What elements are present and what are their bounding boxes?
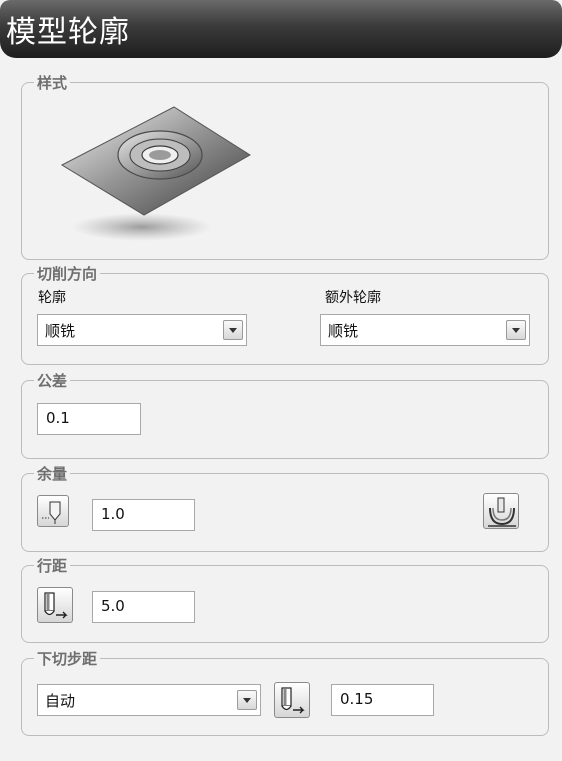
style-group: 样式 xyxy=(21,72,549,260)
stock-tool-icon xyxy=(42,501,61,524)
window-titlebar: 模型轮廓 xyxy=(0,0,562,58)
extra-profile-direction-select[interactable]: 顺铣 xyxy=(320,314,530,346)
stepdown-tool-button[interactable] xyxy=(274,682,310,718)
stock-legend: 余量 xyxy=(34,463,71,484)
tool-stepover-icon xyxy=(44,592,68,619)
extra-profile-label: 额外轮廓 xyxy=(325,290,381,306)
stepdown-legend: 下切步距 xyxy=(34,648,101,669)
stepover-legend: 行距 xyxy=(34,555,71,576)
profile-label: 轮廓 xyxy=(38,290,66,306)
stock-value: 1.0 xyxy=(101,505,125,523)
profile-direction-select[interactable]: 顺铣 xyxy=(37,314,247,346)
stepdown-input[interactable]: 0.15 xyxy=(331,684,434,716)
tolerance-legend: 公差 xyxy=(34,370,71,391)
stepover-tool-button[interactable] xyxy=(37,587,73,623)
profile-direction-value: 顺铣 xyxy=(45,322,76,340)
window-title: 模型轮廓 xyxy=(6,15,130,50)
stock-tool-button[interactable] xyxy=(37,495,69,527)
extra-profile-direction-value: 顺铣 xyxy=(328,322,359,340)
stepdown-group: 下切步距 自动 0.15 xyxy=(21,648,549,736)
cut-direction-group: 切削方向 轮廓 额外轮廓 顺铣 顺铣 xyxy=(21,263,549,365)
stepdown-mode-select[interactable]: 自动 xyxy=(37,684,261,716)
tolerance-value: 0.1 xyxy=(46,409,70,427)
cut-direction-legend: 切削方向 xyxy=(34,263,101,284)
model-profile-preview-icon xyxy=(60,106,251,241)
tool-stepdown-icon xyxy=(281,687,305,714)
stepdown-mode-value: 自动 xyxy=(45,692,76,710)
tolerance-group: 公差 0.1 xyxy=(21,370,549,459)
chevron-down-icon[interactable] xyxy=(506,320,526,340)
chevron-down-icon[interactable] xyxy=(223,320,243,340)
stepover-group: 行距 5.0 xyxy=(21,555,549,643)
stock-component-icon xyxy=(488,497,516,527)
stepover-value: 5.0 xyxy=(101,597,125,615)
stock-input[interactable]: 1.0 xyxy=(92,499,195,531)
stepover-input[interactable]: 5.0 xyxy=(92,591,195,623)
chevron-down-icon[interactable] xyxy=(237,690,257,710)
stepdown-value: 0.15 xyxy=(340,690,374,708)
style-group-legend: 样式 xyxy=(34,72,71,93)
tolerance-input[interactable]: 0.1 xyxy=(37,403,141,435)
stock-group: 余量 1.0 xyxy=(21,463,549,552)
stock-component-button[interactable] xyxy=(483,493,519,529)
